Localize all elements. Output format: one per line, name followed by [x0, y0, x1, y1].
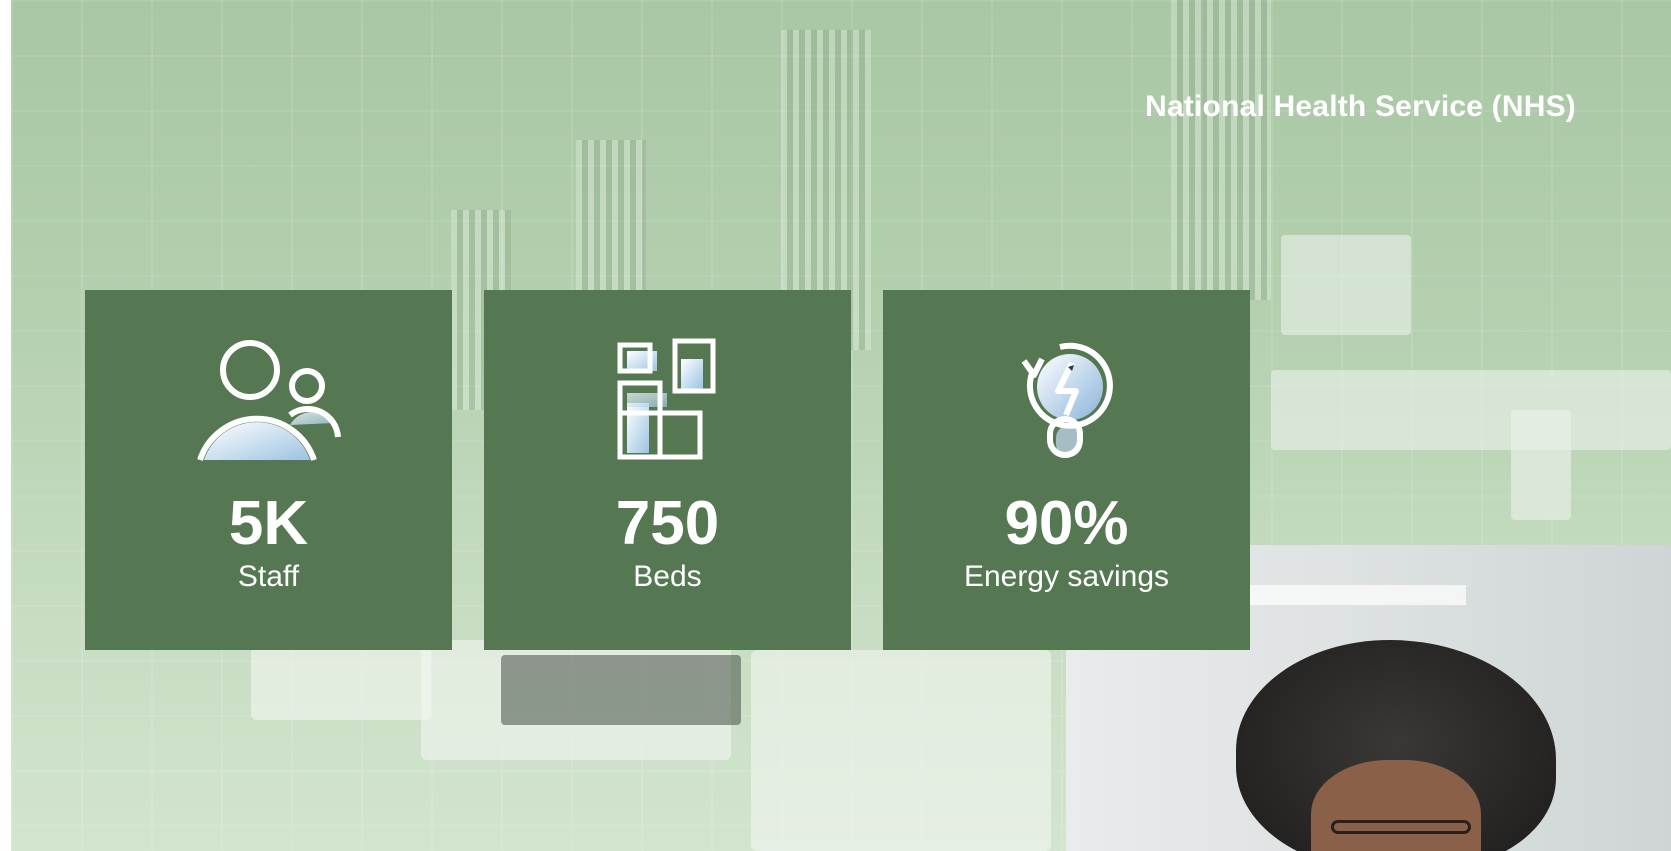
wall-panel: [1271, 370, 1671, 450]
stat-value: 90%: [1004, 489, 1129, 558]
face: [1311, 760, 1481, 851]
layout-blocks-icon: [484, 335, 851, 465]
stat-label: Beds: [633, 560, 702, 593]
wall-panel: [1281, 235, 1411, 335]
stat-card-staff: 5K Staff: [85, 290, 452, 650]
energy-bulb-icon: [883, 335, 1250, 465]
people-icon: [85, 335, 452, 465]
stat-card-beds: 750 Beds: [484, 290, 851, 650]
stat-value: 5K: [228, 489, 309, 558]
stat-label: Staff: [237, 560, 300, 593]
curtain: [1171, 0, 1271, 300]
page-title: National Health Service (NHS): [1145, 90, 1576, 123]
hospital-bed: [251, 640, 431, 720]
hospital-bed: [751, 650, 1051, 851]
slide: National Health Service (NHS) 5K Staff 7…: [0, 0, 1671, 851]
glasses: [1331, 820, 1471, 834]
stat-card-energy-savings: 90% Energy savings: [883, 290, 1250, 650]
stat-label: Energy savings: [963, 560, 1170, 593]
stat-value: 750: [615, 489, 720, 558]
bed-mattress: [501, 655, 741, 725]
medical-monitor: [1511, 410, 1571, 520]
